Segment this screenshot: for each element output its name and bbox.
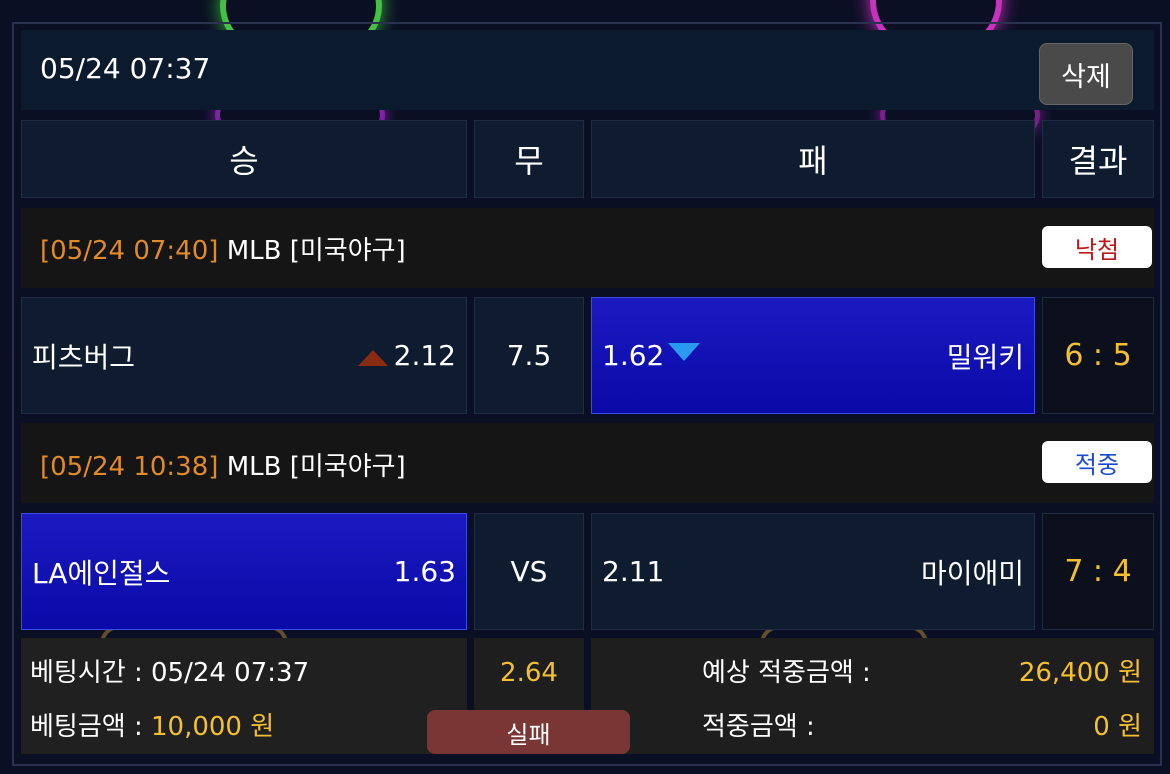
bet-time-label: 베팅시간 : [30, 658, 143, 688]
team-name: 마이애미 [920, 556, 1024, 590]
team-odds: 1.62 [602, 339, 665, 372]
up-arrow-icon [357, 349, 388, 366]
expected-amount-value: 26,400 원 [1018, 658, 1142, 688]
bet-amount-value: 10,000 원 [150, 712, 275, 742]
home-team-cell[interactable]: LA에인절스 1.63 [21, 513, 467, 630]
bet-amount-label: 베팅금액 : [30, 712, 143, 742]
home-team-cell[interactable]: 피츠버그 2.12 [21, 297, 467, 414]
league-name: MLB [미국야구] [226, 236, 406, 266]
column-header-draw: 무 [474, 120, 584, 198]
team-odds: 2.12 [393, 339, 456, 372]
draw-cell[interactable]: VS [474, 513, 584, 630]
result-status-button: 실패 [427, 710, 630, 754]
bet-amount: 베팅금액 : 10,000 원 [30, 706, 274, 743]
game-date: [05/24 07:40] [40, 236, 219, 266]
column-header-result: 결과 [1042, 120, 1154, 198]
win-amount-value: 0 원 [1093, 712, 1142, 742]
away-team-cell[interactable]: 1.62 밀워키 [591, 297, 1035, 414]
team-name: 밀워키 [946, 340, 1024, 374]
team-name: LA에인절스 [32, 556, 171, 590]
bet-time-value: 05/24 07:37 [150, 658, 310, 688]
status-badge: 적중 [1042, 441, 1152, 483]
team-odds: 2.11 [602, 555, 665, 588]
column-header-lose: 패 [591, 120, 1035, 198]
game-score: 6 : 5 [1042, 297, 1154, 414]
game-date: [05/24 10:38] [40, 452, 219, 482]
draw-cell[interactable]: 7.5 [474, 297, 584, 414]
game-info: [05/24 10:38] MLB [미국야구] [40, 446, 406, 483]
total-odds: 2.64 [500, 658, 558, 688]
team-odds: 1.63 [393, 555, 456, 588]
game-score: 7 : 4 [1042, 513, 1154, 630]
bet-time: 베팅시간 : 05/24 07:37 [30, 652, 309, 689]
down-arrow-icon [668, 342, 701, 361]
game-info: [05/24 07:40] MLB [미국야구] [40, 230, 406, 267]
league-name: MLB [미국야구] [226, 452, 406, 482]
team-name: 피츠버그 [32, 340, 136, 374]
bet-datetime: 05/24 07:37 [40, 52, 211, 85]
away-team-cell[interactable]: 2.11 마이애미 [591, 513, 1035, 630]
status-badge: 낙첨 [1042, 226, 1152, 268]
column-header-win: 승 [21, 120, 467, 198]
win-amount-label: 적중금액 : [702, 712, 815, 742]
delete-button[interactable]: 삭제 [1039, 43, 1133, 105]
expected-amount-label: 예상 적중금액 : [702, 658, 871, 688]
